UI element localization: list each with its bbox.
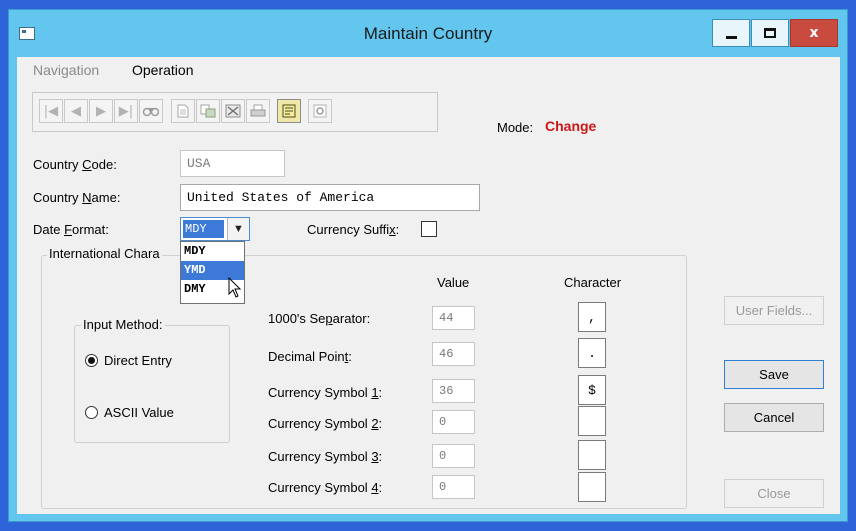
ascii-value-option[interactable]: ASCII Value (85, 405, 174, 420)
client-area: Navigation Operation |◀ ◀ ▶ ▶| Mode: Cha… (17, 57, 840, 514)
separator-label: 1000's Separator: (268, 311, 371, 326)
minimize-button[interactable] (712, 19, 750, 47)
user-fields-button[interactable]: User Fields... (724, 296, 824, 325)
date-format-select[interactable]: MDY ▼ (180, 217, 250, 241)
separator-value-field[interactable]: 44 (432, 306, 475, 330)
close-button[interactable]: Close (724, 479, 824, 508)
date-format-selected-value: MDY (183, 220, 224, 238)
currency-symbol-1-value-field[interactable]: 36 (432, 379, 475, 403)
close-window-button[interactable]: x (790, 19, 838, 47)
maintain-country-window: Maintain Country x Navigation Operation … (8, 9, 848, 522)
edit-note-shape (282, 104, 296, 118)
country-name-field[interactable]: United States of America (180, 184, 480, 211)
currency-symbol-4-label: Currency Symbol 4: (268, 480, 383, 495)
currency-symbol-2-character-field[interactable] (578, 406, 606, 436)
close-icon: x (809, 25, 819, 41)
mode-label: Mode: (497, 120, 534, 135)
international-characters-title: International Chara (47, 246, 162, 261)
date-format-option-mdy[interactable]: MDY (181, 242, 244, 261)
currency-symbol-4-value-field[interactable]: 0 (432, 475, 475, 499)
maximize-button[interactable] (751, 19, 789, 47)
character-column-header: Character (564, 275, 622, 290)
currency-symbol-3-label: Currency Symbol 3: (268, 449, 383, 464)
currency-symbol-2-value-field[interactable]: 0 (432, 410, 475, 434)
delete-record-icon[interactable] (221, 99, 245, 123)
print-shape (250, 104, 266, 117)
view-icon[interactable] (308, 99, 332, 123)
menu-navigation[interactable]: Navigation (33, 62, 99, 78)
print-icon[interactable] (246, 99, 270, 123)
input-method-group (74, 325, 230, 443)
direct-entry-radio[interactable] (85, 354, 98, 367)
country-code-field[interactable]: USA (180, 150, 285, 177)
save-button[interactable]: Save (724, 360, 824, 389)
last-record-icon[interactable]: ▶| (114, 99, 138, 123)
currency-symbol-1-label: Currency Symbol 1: (268, 385, 383, 400)
page-shape (177, 104, 189, 118)
change-record-icon[interactable] (277, 99, 301, 123)
date-format-label: Date Format: (33, 222, 109, 237)
currency-suffix-label: Currency Suffix: (307, 222, 400, 237)
currency-symbol-3-character-field[interactable] (578, 440, 606, 470)
decimal-point-value-field[interactable]: 46 (432, 342, 475, 366)
magnifier-shape (313, 104, 327, 118)
direct-entry-label: Direct Entry (104, 353, 172, 368)
currency-symbol-1-character-field[interactable]: $ (578, 375, 606, 405)
country-name-label: Country Name: (33, 190, 121, 205)
delete-shape (225, 104, 241, 118)
find-icon[interactable] (139, 99, 163, 123)
copy-record-icon[interactable] (196, 99, 220, 123)
ascii-value-radio[interactable] (85, 406, 98, 419)
decimal-point-character-field[interactable]: . (578, 338, 606, 368)
new-record-icon[interactable] (171, 99, 195, 123)
first-record-icon[interactable]: |◀ (39, 99, 63, 123)
currency-symbol-3-value-field[interactable]: 0 (432, 444, 475, 468)
mouse-pointer-icon (228, 277, 242, 298)
binoculars-shape (143, 107, 159, 117)
maximize-icon (764, 28, 776, 38)
decimal-point-label: Decimal Point: (268, 349, 352, 364)
currency-symbol-2-label: Currency Symbol 2: (268, 416, 383, 431)
menu-bar: Navigation Operation (17, 57, 840, 83)
value-column-header: Value (437, 275, 470, 290)
separator-character-field[interactable]: , (578, 302, 606, 332)
title-bar[interactable]: Maintain Country x (9, 10, 847, 58)
record-toolbar: |◀ ◀ ▶ ▶| (32, 92, 438, 132)
country-code-label: Country Code: (33, 157, 117, 172)
minimize-icon (725, 35, 737, 39)
currency-symbol-4-character-field[interactable] (578, 472, 606, 502)
ascii-value-label: ASCII Value (104, 405, 174, 420)
previous-record-icon[interactable]: ◀ (64, 99, 88, 123)
cancel-button[interactable]: Cancel (724, 403, 824, 432)
next-record-icon[interactable]: ▶ (89, 99, 113, 123)
chevron-down-icon[interactable]: ▼ (227, 218, 249, 240)
direct-entry-option[interactable]: Direct Entry (85, 353, 172, 368)
mode-value: Change (545, 118, 597, 134)
menu-operation[interactable]: Operation (132, 62, 193, 78)
copy-shape (200, 104, 216, 118)
input-method-title: Input Method: (81, 317, 165, 332)
currency-suffix-checkbox[interactable] (421, 221, 437, 237)
